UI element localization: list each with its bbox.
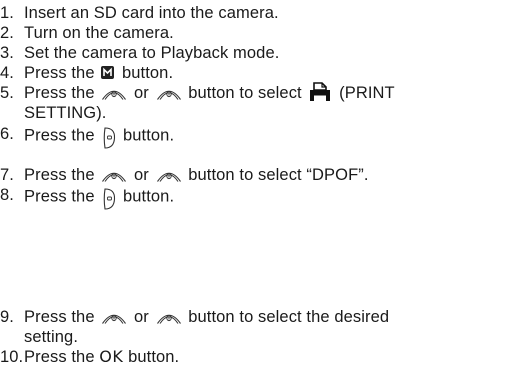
step-text: Insert an SD card into the camera. (24, 4, 279, 22)
step-text: Press the button. (24, 124, 175, 150)
down-button-icon (156, 86, 182, 100)
down-button-icon (156, 168, 182, 182)
step-number: 10. (0, 348, 24, 366)
step-number: 7. (0, 166, 14, 184)
step-number: 9. (0, 308, 14, 326)
step-text-pre: Press the (24, 166, 95, 184)
print-setting-icon (309, 81, 331, 102)
step-number: 1. (0, 4, 14, 22)
step-text-pre: Press the (24, 64, 95, 82)
step-text-post: button. (122, 187, 175, 206)
step-text-tail: (PRINT (339, 84, 395, 102)
step-text-post: button. (121, 64, 174, 82)
step-text: Press the OK button. (24, 347, 179, 367)
up-button-icon (101, 310, 127, 324)
up-button-icon (101, 86, 127, 100)
ok-button-label: OK (99, 347, 124, 366)
step-text-pre: Press the (24, 348, 95, 366)
down-button-icon (156, 310, 182, 324)
step-text: Press the or button to select the desire… (24, 307, 389, 327)
up-button-icon (101, 168, 127, 182)
step-text-post: button to select (188, 84, 302, 102)
step-text: Set the camera to Playback mode. (24, 44, 280, 62)
step-text: Press the or button to select (PRINT (24, 81, 395, 104)
menu-button-icon (101, 66, 115, 80)
step-text: Press the button. (24, 63, 173, 83)
step-text: Press the or button to select “DPOF”. (24, 165, 369, 185)
step-number: 4. (0, 64, 14, 82)
step-number: 2. (0, 24, 14, 42)
step-number: 3. (0, 44, 14, 62)
shutter-button-icon (102, 187, 116, 211)
step-text: Press the button. (24, 185, 175, 211)
step-number: 8. (0, 186, 14, 204)
step-text-post: button to select “DPOF”. (188, 166, 369, 184)
step-text-post: button. (128, 348, 180, 366)
step-text-mid: or (133, 308, 149, 326)
step-text-line2: setting. (24, 328, 78, 346)
step-text-mid: or (133, 166, 149, 184)
step-text-pre: Press the (24, 187, 95, 206)
step-text-post: button. (122, 126, 175, 145)
shutter-button-icon (102, 126, 116, 150)
step-text: Turn on the camera. (24, 24, 174, 42)
step-text-line2: SETTING). (24, 104, 107, 122)
step-text-pre: Press the (24, 308, 95, 326)
step-text-mid: or (133, 84, 149, 102)
step-text-pre: Press the (24, 84, 95, 102)
step-text-post: button to select the desired (188, 308, 390, 326)
step-number: 6. (0, 125, 14, 143)
step-number: 5. (0, 84, 14, 102)
step-text-pre: Press the (24, 126, 95, 145)
